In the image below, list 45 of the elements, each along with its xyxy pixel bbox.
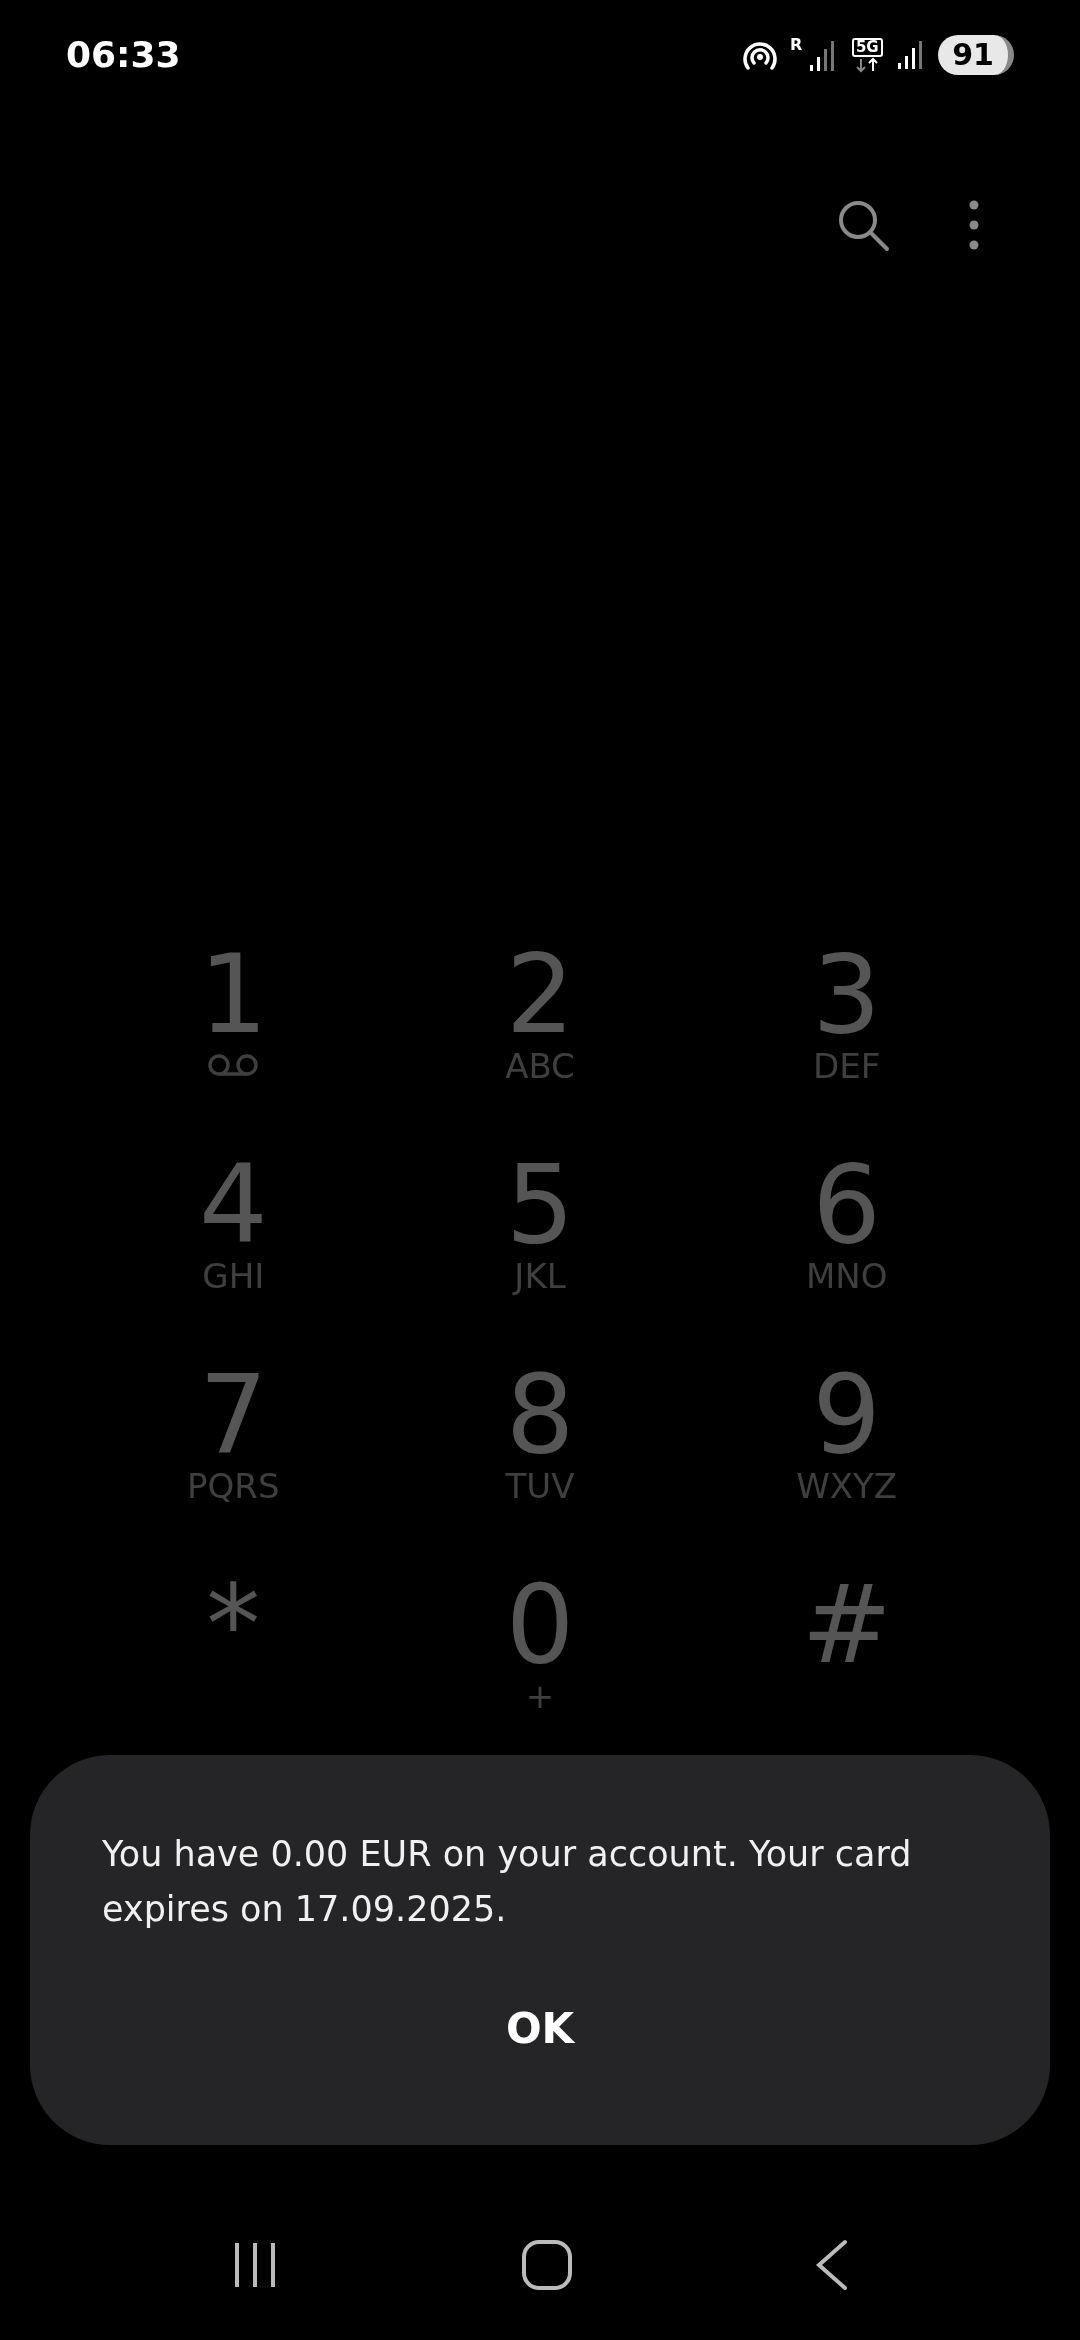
dial-key[interactable]: # bbox=[693, 1545, 1000, 1755]
dialog-message: You have 0.00 EUR on your account. Your card expires on 17.09.2025. bbox=[102, 1833, 913, 1931]
key-letters: + bbox=[525, 1679, 555, 1713]
home-button[interactable] bbox=[521, 2239, 573, 2291]
home-icon bbox=[521, 2239, 573, 2291]
key-digit: 7 bbox=[198, 1365, 268, 1465]
key-digit: 5 bbox=[505, 1155, 575, 1255]
roaming-indicator: R bbox=[789, 37, 803, 53]
dial-key[interactable]: 8 TUV bbox=[386, 1335, 694, 1545]
more-icon bbox=[969, 200, 979, 250]
key-digit: 9 bbox=[812, 1365, 881, 1465]
dial-key[interactable]: 1 bbox=[80, 915, 387, 1125]
network-type: 5G bbox=[851, 37, 883, 57]
dial-key[interactable]: 3 DEF bbox=[693, 915, 1000, 1125]
back-icon bbox=[815, 2239, 849, 2291]
key-digit: 8 bbox=[505, 1365, 575, 1465]
key-digit: 6 bbox=[812, 1155, 881, 1255]
back-button[interactable] bbox=[815, 2239, 849, 2291]
dial-key[interactable]: * bbox=[80, 1545, 387, 1755]
dial-key[interactable]: 0 + bbox=[386, 1545, 694, 1755]
battery-indicator: 91 bbox=[938, 35, 1014, 75]
dial-key[interactable]: 6 MNO bbox=[693, 1125, 1000, 1335]
key-digit: # bbox=[801, 1575, 892, 1675]
voicemail-icon bbox=[206, 1053, 261, 1077]
key-letters: PQRS bbox=[187, 1469, 280, 1503]
key-letters: WXYZ bbox=[796, 1469, 898, 1503]
key-letters: DEF bbox=[813, 1049, 881, 1083]
key-digit: * bbox=[206, 1575, 261, 1675]
key-digit: 0 bbox=[505, 1575, 575, 1675]
dial-key[interactable]: 2 ABC bbox=[386, 915, 694, 1125]
dial-key[interactable]: 9 WXYZ bbox=[693, 1335, 1000, 1545]
dial-key[interactable]: 7 PQRS bbox=[80, 1335, 387, 1545]
key-digit: 2 bbox=[505, 945, 575, 1045]
dial-key[interactable]: 4 GHI bbox=[80, 1125, 387, 1335]
key-letters: ABC bbox=[505, 1049, 575, 1083]
key-digit: 4 bbox=[198, 1155, 268, 1255]
key-digit: 1 bbox=[198, 945, 268, 1045]
key-digit: 3 bbox=[812, 945, 881, 1045]
key-letters: MNO bbox=[805, 1259, 888, 1293]
key-letters: GHI bbox=[202, 1259, 265, 1293]
key-letters: JKL bbox=[514, 1259, 566, 1293]
ok-button[interactable]: OK bbox=[465, 1987, 615, 2070]
dial-key[interactable]: 5 JKL bbox=[386, 1125, 694, 1335]
status-time: 06:33 bbox=[66, 33, 181, 77]
key-letters: TUV bbox=[505, 1469, 575, 1503]
